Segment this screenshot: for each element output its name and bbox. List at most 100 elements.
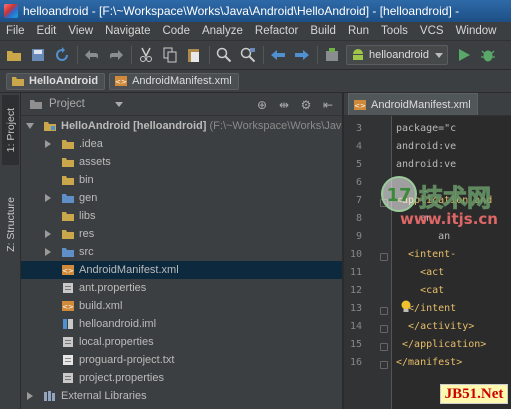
- code-line: 4 android:ve: [344, 141, 511, 159]
- tree-item-idea[interactable]: .idea: [21, 135, 342, 153]
- collapsed-arrow-icon[interactable]: [43, 193, 53, 203]
- run-configuration-select[interactable]: helloandroid: [346, 45, 448, 65]
- collapse-all-icon[interactable]: ⇹: [276, 97, 292, 113]
- menu-window[interactable]: Window: [450, 25, 503, 37]
- watermark-site-text: www.itjs.cn: [400, 210, 498, 228]
- line-number: 7: [355, 195, 362, 206]
- tree-item-label: assets: [79, 156, 111, 168]
- copy-icon[interactable]: [160, 45, 180, 65]
- tab-project[interactable]: 1: Project: [2, 95, 19, 165]
- make-project-icon[interactable]: [322, 45, 342, 65]
- text-icon: [61, 354, 75, 366]
- scroll-from-source-icon[interactable]: ⊕: [254, 97, 270, 113]
- tree-item-res[interactable]: res: [21, 225, 342, 243]
- line-number: 12: [349, 285, 362, 296]
- menu-code[interactable]: Code: [156, 25, 196, 37]
- tree-item-root[interactable]: HelloAndroid [helloandroid] (F:\~Workspa…: [21, 117, 343, 135]
- synchronize-icon[interactable]: [52, 45, 72, 65]
- debug-icon[interactable]: [478, 45, 498, 65]
- line-number: 4: [355, 141, 362, 152]
- line-number: 3: [355, 123, 362, 134]
- back-icon[interactable]: [268, 45, 288, 65]
- cut-icon[interactable]: [136, 45, 156, 65]
- menu-build[interactable]: Build: [304, 25, 342, 37]
- gear-icon[interactable]: ⚙: [298, 97, 314, 113]
- tree-item-external-libraries[interactable]: External Libraries: [21, 387, 342, 405]
- tree-item-assets[interactable]: assets: [21, 153, 342, 171]
- jb51-watermark-badge: JB51.Net: [440, 384, 508, 404]
- breadcrumb-project[interactable]: HelloAndroid: [6, 72, 106, 90]
- expanded-arrow-icon[interactable]: [25, 121, 35, 131]
- menu-file[interactable]: File: [0, 25, 31, 37]
- menu-navigate[interactable]: Navigate: [99, 25, 156, 37]
- tree-item-libs[interactable]: libs: [21, 207, 342, 225]
- tree-item-bin[interactable]: bin: [21, 171, 342, 189]
- fold-marker-icon[interactable]: [380, 361, 388, 369]
- tree-item-androidmanifest-xml[interactable]: <> AndroidManifest.xml: [21, 261, 342, 279]
- hide-panel-icon[interactable]: ⇤: [320, 97, 336, 113]
- fold-marker-icon[interactable]: [380, 307, 388, 315]
- tree-item-src[interactable]: src: [21, 243, 342, 261]
- menu-analyze[interactable]: Analyze: [196, 25, 249, 37]
- menu-vcs[interactable]: VCS: [414, 25, 450, 37]
- code-text: <act: [396, 267, 445, 278]
- tree-item-local-properties[interactable]: local.properties: [21, 333, 342, 351]
- editor-tab-androidmanifest[interactable]: <> AndroidManifest.xml: [348, 93, 478, 115]
- svg-text:17: 17: [386, 185, 411, 206]
- lightbulb-icon[interactable]: [400, 300, 412, 314]
- chevron-down-icon: [114, 101, 123, 107]
- fold-marker-icon[interactable]: [380, 343, 388, 351]
- tree-item-helloandroid-iml[interactable]: helloandroid.iml: [21, 315, 342, 333]
- properties-icon: [61, 372, 75, 384]
- properties-icon: [61, 282, 75, 294]
- tree-item-build-xml[interactable]: <> build.xml: [21, 297, 342, 315]
- code-text: <cat: [396, 285, 445, 296]
- collapsed-arrow-icon[interactable]: [25, 391, 35, 401]
- tree-item-gen[interactable]: gen: [21, 189, 342, 207]
- forward-icon[interactable]: [292, 45, 312, 65]
- window-title: helloandroid - [F:\~Workspace\Works\Java…: [23, 4, 460, 18]
- collapsed-arrow-icon[interactable]: [43, 139, 53, 149]
- tree-item-proguard-project-txt[interactable]: proguard-project.txt: [21, 351, 342, 369]
- find-icon[interactable]: [214, 45, 234, 65]
- fold-marker-icon[interactable]: [380, 325, 388, 333]
- open-folder-icon[interactable]: [4, 45, 24, 65]
- menu-run[interactable]: Run: [342, 25, 375, 37]
- breadcrumb-file[interactable]: <> AndroidManifest.xml: [109, 72, 239, 90]
- line-number: 10: [349, 249, 362, 260]
- main-toolbar: helloandroid: [0, 41, 511, 70]
- menu-tools[interactable]: Tools: [375, 25, 414, 37]
- collapsed-arrow-icon[interactable]: [43, 247, 53, 257]
- toolbar-separator: [263, 46, 264, 64]
- intellij-app-icon: [4, 4, 18, 18]
- collapsed-arrow-icon[interactable]: [43, 229, 53, 239]
- root-project-path: (F:\~Workspace\Works\Java: [209, 120, 343, 132]
- tree-item-label: AndroidManifest.xml: [79, 264, 179, 276]
- menu-edit[interactable]: Edit: [31, 25, 63, 37]
- android-icon: [353, 49, 363, 60]
- run-icon[interactable]: [454, 45, 474, 65]
- tab-structure[interactable]: Z: Structure: [2, 183, 19, 265]
- tree-item-ant-properties[interactable]: ant.properties: [21, 279, 342, 297]
- paste-icon[interactable]: [184, 45, 204, 65]
- undo-icon[interactable]: [82, 45, 102, 65]
- chevron-down-icon: [434, 52, 443, 58]
- tree-item-project-properties[interactable]: project.properties: [21, 369, 342, 387]
- tree-item-label: proguard-project.txt: [79, 354, 175, 366]
- redo-icon[interactable]: [106, 45, 126, 65]
- tree-item-label: libs: [79, 210, 96, 222]
- folder-icon: [61, 210, 75, 222]
- code-text: </application>: [396, 339, 487, 350]
- fold-marker-icon[interactable]: [380, 253, 388, 261]
- project-view-selector[interactable]: Project: [29, 98, 123, 110]
- replace-icon[interactable]: [238, 45, 258, 65]
- tree-item-label: build.xml: [79, 300, 123, 312]
- save-all-icon[interactable]: [28, 45, 48, 65]
- project-view-label: Project: [49, 98, 85, 110]
- editor-tab-bar: <> AndroidManifest.xml: [344, 93, 511, 116]
- menu-view[interactable]: View: [62, 25, 99, 37]
- code-line: 3 package="c: [344, 123, 511, 141]
- breadcrumb-project-label: HelloAndroid: [29, 75, 99, 87]
- menu-refactor[interactable]: Refactor: [249, 25, 304, 37]
- line-number: 13: [349, 303, 362, 314]
